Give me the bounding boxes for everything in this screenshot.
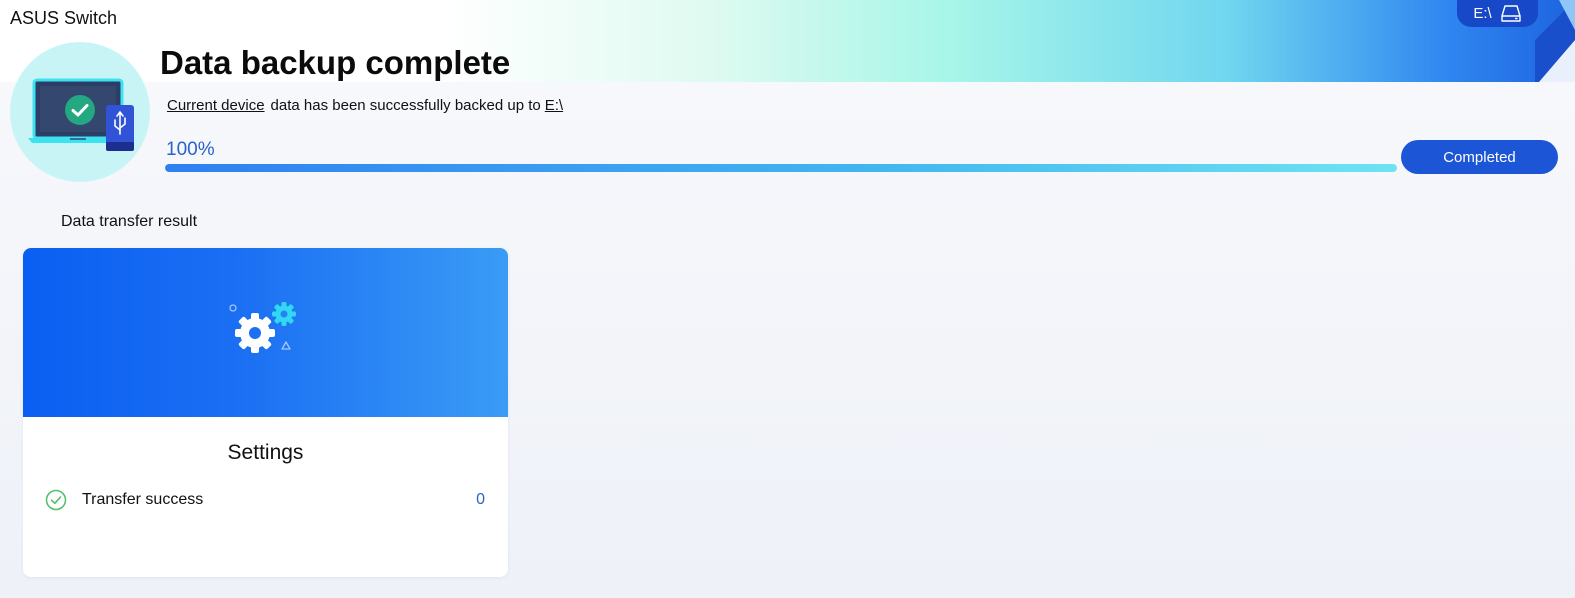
usb-drive-icon bbox=[106, 105, 134, 151]
result-card-settings: Settings Transfer success 0 bbox=[23, 248, 508, 577]
page-title: Data backup complete bbox=[160, 44, 511, 81]
corner-decoration bbox=[1535, 0, 1575, 82]
status-message: Current device data has been successfully… bbox=[167, 97, 563, 114]
app-title: ASUS Switch bbox=[10, 8, 118, 28]
gears-icon bbox=[229, 302, 296, 353]
status-message-text: data has been successfully backed up to bbox=[270, 97, 541, 114]
transfer-success-count: 0 bbox=[476, 491, 485, 508]
current-device-link[interactable]: Current device bbox=[167, 97, 265, 114]
progress-bar-fill bbox=[165, 164, 1397, 172]
backup-illustration bbox=[10, 42, 150, 182]
drive-label: E:\ bbox=[1473, 5, 1492, 22]
check-circle-icon bbox=[45, 489, 67, 511]
result-row-transfer-success: Transfer success 0 bbox=[45, 488, 485, 512]
card-hero bbox=[23, 248, 508, 417]
completed-button[interactable]: Completed bbox=[1401, 140, 1558, 174]
progress-bar bbox=[165, 164, 1397, 172]
drive-indicator-button[interactable]: E:\ bbox=[1457, 0, 1538, 27]
hard-drive-icon bbox=[1500, 4, 1521, 22]
transfer-success-label: Transfer success bbox=[82, 491, 204, 508]
target-drive-link[interactable]: E:\ bbox=[545, 97, 563, 114]
card-title: Settings bbox=[227, 441, 304, 464]
section-title: Data transfer result bbox=[61, 213, 198, 230]
progress-percent: 100% bbox=[166, 139, 215, 160]
check-circle-icon bbox=[65, 95, 95, 125]
